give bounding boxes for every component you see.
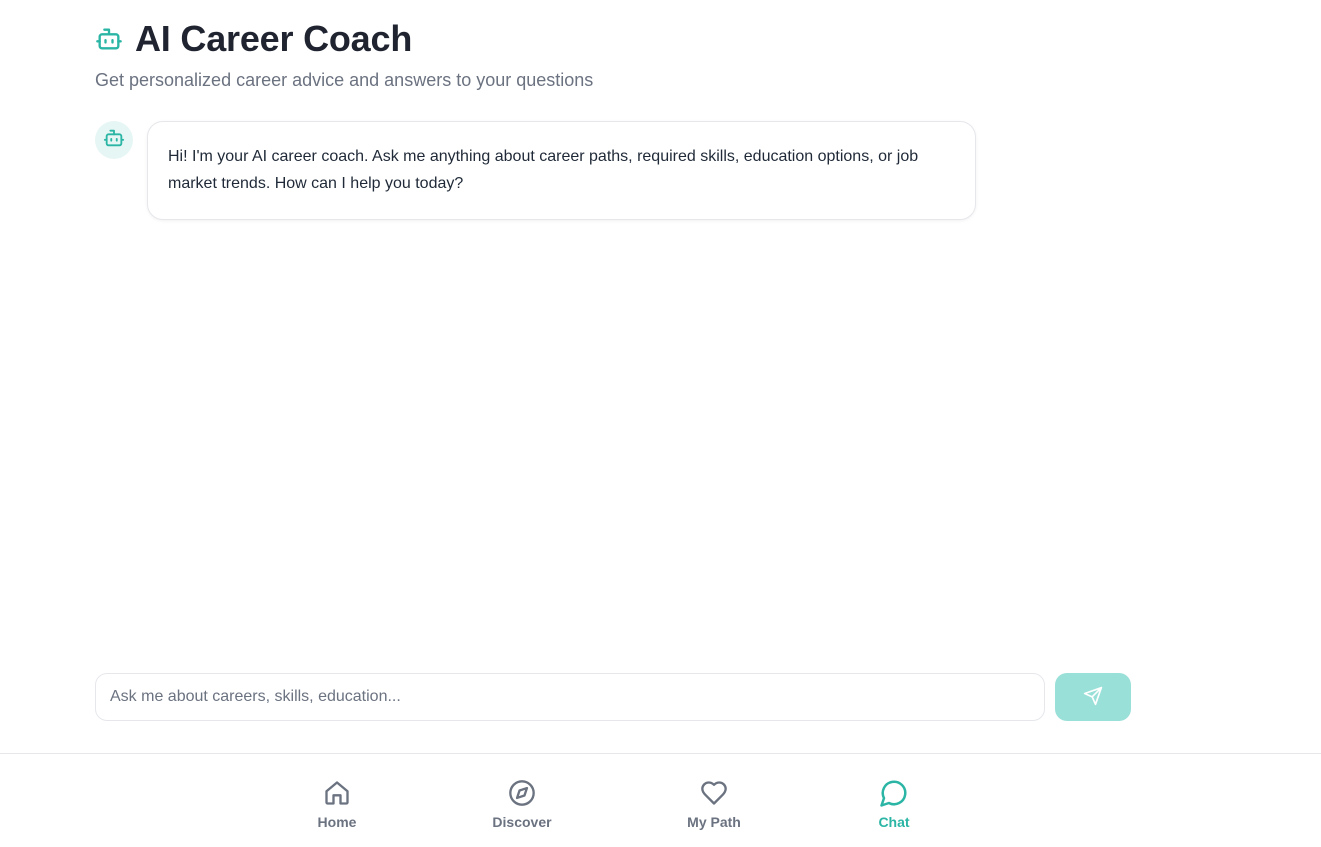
nav-item-home[interactable]: Home <box>287 778 387 830</box>
chat-icon <box>879 778 909 808</box>
compass-icon <box>507 778 537 808</box>
message-list: Hi! I'm your AI career coach. Ask me any… <box>95 121 1131 220</box>
nav-item-discover[interactable]: Discover <box>472 778 572 830</box>
nav-item-chat[interactable]: Chat <box>844 778 944 830</box>
page-header: AI Career Coach Get personalized career … <box>95 18 593 91</box>
nav-label-discover: Discover <box>492 814 552 830</box>
assistant-avatar <box>95 121 133 159</box>
bottom-nav: Home Discover My Path Chat <box>0 753 1321 847</box>
heart-icon <box>699 778 729 808</box>
page-subtitle: Get personalized career advice and answe… <box>95 70 594 90</box>
robot-icon <box>95 25 123 53</box>
nav-label-my-path: My Path <box>687 814 741 830</box>
chat-composer <box>95 673 1131 721</box>
send-button[interactable] <box>1055 673 1131 721</box>
chat-input[interactable] <box>95 673 1045 721</box>
nav-label-home: Home <box>317 814 357 830</box>
robot-icon <box>103 127 125 154</box>
nav-label-chat: Chat <box>878 814 910 830</box>
message-bubble: Hi! I'm your AI career coach. Ask me any… <box>147 121 976 220</box>
nav-item-my-path[interactable]: My Path <box>664 778 764 830</box>
page-title: AI Career Coach <box>135 18 413 59</box>
send-icon <box>1083 686 1103 709</box>
assistant-message: Hi! I'm your AI career coach. Ask me any… <box>95 121 1131 220</box>
chat-page: AI Career Coach Get personalized career … <box>0 0 1321 847</box>
title-row: AI Career Coach <box>95 18 593 60</box>
home-icon <box>322 778 352 808</box>
